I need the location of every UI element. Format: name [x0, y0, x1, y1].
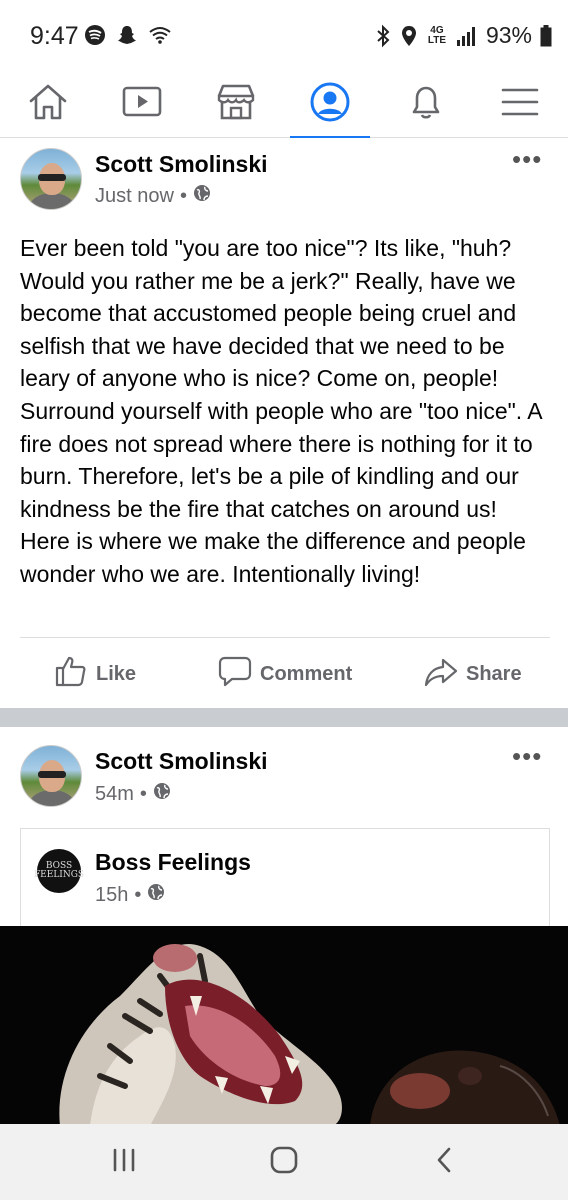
post-author[interactable]: Scott Smolinski [95, 748, 268, 775]
bluetooth-icon [374, 24, 392, 48]
nav-profile[interactable] [290, 66, 370, 139]
snapchat-icon [116, 24, 138, 51]
notifications-icon [406, 82, 446, 122]
globe-icon [193, 184, 211, 208]
feed-separator [0, 708, 568, 727]
post-card: Scott Smolinski Just now • ••• Ever been… [0, 138, 568, 708]
divider [20, 637, 550, 638]
post-time[interactable]: 54m [95, 783, 134, 806]
nav-home[interactable] [8, 66, 88, 138]
more-options-icon[interactable]: ••• [512, 144, 542, 175]
nav-watch[interactable] [102, 66, 182, 138]
status-bar: 9:47 4G LTE 93% [0, 0, 568, 66]
comment-button[interactable]: Comment [218, 654, 352, 694]
post-text: Ever been told "you are too nice"? Its l… [20, 235, 542, 587]
meta-separator: • [139, 782, 147, 805]
spotify-icon [84, 24, 106, 51]
page-logo[interactable]: BOSS FEELINGS [33, 849, 85, 893]
share-label: Share [466, 662, 522, 685]
status-time: 9:47 [30, 22, 79, 50]
like-button[interactable]: Like [54, 654, 136, 694]
top-navigation [0, 66, 568, 139]
recents-button[interactable] [84, 1124, 164, 1200]
system-navigation-bar [0, 1124, 568, 1200]
home-icon [27, 82, 69, 122]
menu-icon [500, 84, 540, 120]
nav-marketplace[interactable] [196, 66, 276, 138]
location-icon [400, 24, 418, 48]
shared-post-image[interactable] [0, 926, 568, 1124]
shared-page-name[interactable]: Boss Feelings [95, 849, 251, 876]
comment-icon [218, 654, 252, 694]
battery-percent: 93% [485, 22, 532, 48]
recents-icon [110, 1147, 138, 1178]
meta-separator: • [134, 883, 142, 906]
more-options-icon[interactable]: ••• [512, 741, 542, 772]
shared-post-meta: 15h • [95, 883, 165, 907]
comment-label: Comment [260, 662, 353, 685]
like-label: Like [96, 662, 137, 685]
thumbs-up-icon [54, 654, 88, 694]
globe-icon [153, 782, 171, 806]
nav-notifications[interactable] [386, 66, 466, 138]
page-logo-text: BOSS FEELINGS [33, 861, 85, 880]
home-button[interactable] [244, 1124, 324, 1200]
marketplace-icon [215, 82, 257, 122]
back-icon [432, 1145, 456, 1180]
shared-post-card[interactable]: BOSS FEELINGS Boss Feelings 15h • [20, 828, 550, 938]
network-label: 4G LTE [427, 24, 447, 46]
avatar[interactable] [20, 148, 82, 210]
signal-icon [456, 25, 478, 47]
meta-separator: • [179, 184, 187, 207]
avatar[interactable] [20, 745, 82, 807]
back-button[interactable] [404, 1124, 484, 1200]
globe-icon [147, 883, 165, 907]
shared-post-time[interactable]: 15h [95, 884, 128, 907]
watch-icon [121, 84, 163, 120]
nav-menu[interactable] [480, 66, 560, 138]
profile-icon [309, 81, 351, 123]
wifi-icon [148, 25, 172, 50]
post-meta: 54m • [95, 782, 171, 806]
post-meta: Just now • [95, 184, 211, 208]
share-button[interactable]: Share [424, 654, 522, 694]
home-button-icon [269, 1145, 299, 1180]
share-icon [424, 654, 458, 694]
post-time[interactable]: Just now [95, 185, 174, 208]
post-card: Scott Smolinski 54m • ••• BOSS FEELINGS … [0, 727, 568, 1124]
post-author[interactable]: Scott Smolinski [95, 151, 268, 178]
battery-icon [540, 24, 552, 47]
